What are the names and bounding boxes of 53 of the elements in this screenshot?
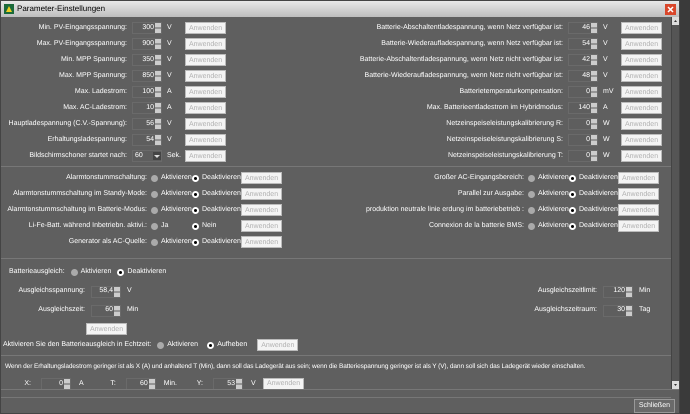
spinner-arrows-icon bbox=[155, 55, 161, 65]
spinner-arrows-icon bbox=[148, 378, 155, 389]
radio-button[interactable] bbox=[151, 222, 158, 230]
radio-button[interactable] bbox=[151, 238, 158, 246]
spinner-arrows-icon bbox=[114, 306, 120, 316]
radio-button[interactable] bbox=[157, 342, 164, 348]
radio-button[interactable] bbox=[569, 206, 576, 214]
radio-button[interactable] bbox=[117, 268, 124, 276]
spinner-arrows-icon bbox=[236, 378, 242, 389]
radio-button[interactable] bbox=[151, 190, 158, 198]
spinner-arrows-icon bbox=[591, 135, 597, 145]
spinner-arrows-icon bbox=[591, 103, 597, 113]
spinner-arrows-icon bbox=[591, 23, 597, 33]
scroll-down-icon bbox=[672, 381, 679, 389]
spinner-arrows-icon bbox=[591, 55, 597, 65]
spinner-arrows-icon bbox=[591, 151, 597, 161]
radio-button[interactable] bbox=[569, 174, 576, 182]
radio-button[interactable] bbox=[70, 268, 78, 276]
spinner-arrows-icon bbox=[591, 119, 597, 129]
spinner-arrows-icon bbox=[155, 119, 161, 129]
spinner-arrows-icon bbox=[155, 39, 161, 49]
radio-button[interactable] bbox=[192, 190, 199, 198]
radio-button[interactable] bbox=[528, 222, 535, 230]
spinner-arrows-icon bbox=[591, 71, 597, 81]
radio-button[interactable] bbox=[151, 206, 158, 214]
radio-button[interactable] bbox=[151, 174, 158, 182]
radio-button[interactable] bbox=[569, 222, 576, 230]
spinner-arrows-icon bbox=[155, 135, 161, 145]
spinner-arrows-icon bbox=[155, 71, 161, 81]
spinner-arrows-icon bbox=[155, 103, 161, 113]
radio-button[interactable] bbox=[192, 222, 199, 230]
app-icon bbox=[4, 4, 14, 14]
radio-button[interactable] bbox=[528, 206, 535, 214]
radio-button[interactable] bbox=[528, 174, 535, 182]
scroll-up-icon bbox=[672, 17, 679, 25]
spinner-arrows-icon bbox=[64, 378, 70, 389]
caret-icon bbox=[153, 152, 161, 160]
spinner-arrows-icon bbox=[155, 23, 161, 33]
spinner-arrows-icon bbox=[626, 286, 632, 296]
radio-button[interactable] bbox=[569, 190, 576, 198]
radio-button[interactable] bbox=[207, 342, 214, 348]
spinner-arrows-icon bbox=[155, 87, 161, 97]
radio-button[interactable] bbox=[192, 206, 199, 214]
radio-button[interactable] bbox=[528, 190, 535, 198]
spinner-arrows-icon bbox=[591, 39, 597, 49]
radio-button[interactable] bbox=[192, 238, 199, 246]
spinner-arrows-icon bbox=[114, 286, 120, 296]
radio-button[interactable] bbox=[192, 174, 199, 182]
spinner-arrows-icon bbox=[626, 306, 632, 316]
spinner-arrows-icon bbox=[591, 87, 597, 97]
scrollbar[interactable] bbox=[671, 17, 679, 389]
window-title: Parameter-Einstellungen bbox=[17, 3, 106, 15]
close-icon[interactable] bbox=[665, 4, 676, 14]
